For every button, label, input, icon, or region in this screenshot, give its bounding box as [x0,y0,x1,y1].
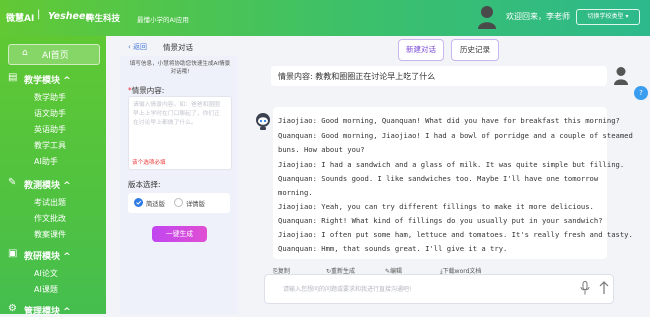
check-icon [136,200,142,205]
answer-line: Quanquan: Hmm, that sounds great. I'll g… [278,244,508,253]
teaching-module-icon: ▤ [8,72,18,83]
sidebar-item-exam[interactable]: 考试出题 [34,197,66,208]
form-tip: 填写信息，小慧将协助您快速生成AI情景对话哦! [129,61,231,75]
section-label: 教测模块 [24,181,61,191]
content-label: *情景内容: [128,85,164,96]
radio-detail-label: 详情版 [186,201,205,208]
sidebar-section-teaching[interactable]: 教学模块 ^ [24,73,71,86]
sidebar-item-topic[interactable]: AI课题 [34,284,58,295]
section-label: 管理模块 [24,307,61,317]
pen-icon: ✎ [8,177,17,188]
sidebar-item-paper[interactable]: AI论文 [34,268,58,279]
required-warning: 该个选项必填 [132,160,166,166]
sidebar-item-courseware[interactable]: 教案课件 [34,229,66,240]
answer-line: Quanquan: Right! What kind of fillings d… [278,216,603,225]
sidebar-section-management[interactable]: 管理模块 ^ [24,304,71,317]
answer-line: Jiaojiao: I often put some ham, lettuce … [278,230,633,239]
content-label-text: 情景内容: [131,86,165,95]
back-link[interactable]: ‹ 返回 [128,42,147,52]
sidebar-home-label: AI首页 [42,51,69,61]
brand-divider: | [37,9,41,20]
radio-simple-label: 简适版 [146,201,165,208]
send-icon[interactable] [598,281,610,295]
home-icon: ⌂ [22,48,28,58]
answer-line: Quanquan: Sounds good. I like sandwiches… [278,174,599,183]
radio-simple[interactable] [134,198,143,207]
sidebar-item-chinese[interactable]: 语文助手 [34,108,66,119]
back-label: 返回 [133,43,148,51]
sidebar-section-testing[interactable]: 教测模块 ^ [24,178,71,191]
robot-icon [256,113,270,130]
answer-line: morning. [278,188,313,197]
chevron-up-icon: ^ [63,252,71,262]
switch-school-type-label: 切换学校类型 [587,13,624,20]
new-chat-button[interactable]: 新建对话 [398,39,444,61]
chevron-left-icon: ‹ [128,43,131,51]
answer-line: Jiaojiao: Good morning, Quanquan! What d… [278,116,620,125]
section-label: 教学模块 [24,76,61,86]
textarea-placeholder: 请输入情景内容。如：爸爸和圈圈早上上学时在门口聊起了，你们正在讨论早上都做了什么… [133,102,220,126]
history-button[interactable]: 历史记录 [451,39,499,61]
sidebar-item-math[interactable]: 数学助手 [34,92,66,103]
section-label: 教研模块 [24,252,61,262]
answer-line: Jiaojiao: I had a sandwich and a glass o… [278,160,625,169]
radio-detail[interactable] [174,198,183,207]
answer-line: Jiaojiao: Yeah, you can try different fi… [278,202,594,211]
microphone-icon[interactable] [580,281,590,295]
brand-tagline: 最懂小学的AI应用 [137,16,189,24]
chevron-up-icon: ^ [63,76,71,86]
sidebar-item-english[interactable]: 英语助手 [34,124,66,135]
answer-line: buns. How about you? [278,145,365,154]
question-text: 情景内容: 教教和圈圈正在讨论早上吃了什么 [278,72,436,81]
switch-school-type-button[interactable]: 切换学校类型 ▾ [576,9,640,25]
management-icon: ⚙ [8,303,17,314]
generate-button[interactable]: 一键生成 [152,226,207,242]
chevron-up-icon: ^ [63,181,71,191]
user-avatar-icon [614,67,628,85]
sidebar-item-ai-assistant[interactable]: AI助手 [34,156,58,167]
welcome-text: 欢迎回来，李老师 [506,12,570,21]
company-logo-cn: 粹生科技 [86,14,121,24]
version-label: 版本选择: [128,180,161,189]
help-icon[interactable]: ? [634,86,648,100]
chevron-up-icon: ^ [63,307,71,317]
chat-input-placeholder: 请输入您想问的问题或要求和我进行直接沟通吧! [283,286,412,293]
sidebar-item-tools[interactable]: 教学工具 [34,140,66,151]
sidebar-item-essay[interactable]: 作文批改 [34,213,66,224]
brand-name: 微慧AI [6,14,35,24]
sidebar-section-research[interactable]: 教研模块 ^ [24,249,71,262]
page-title: 情景对话 [163,43,193,52]
book-icon: ▣ [8,248,18,259]
answer-line: Quanquan: Good morning, Jiaojiao! I had … [278,131,633,140]
user-avatar-icon[interactable] [478,5,496,29]
